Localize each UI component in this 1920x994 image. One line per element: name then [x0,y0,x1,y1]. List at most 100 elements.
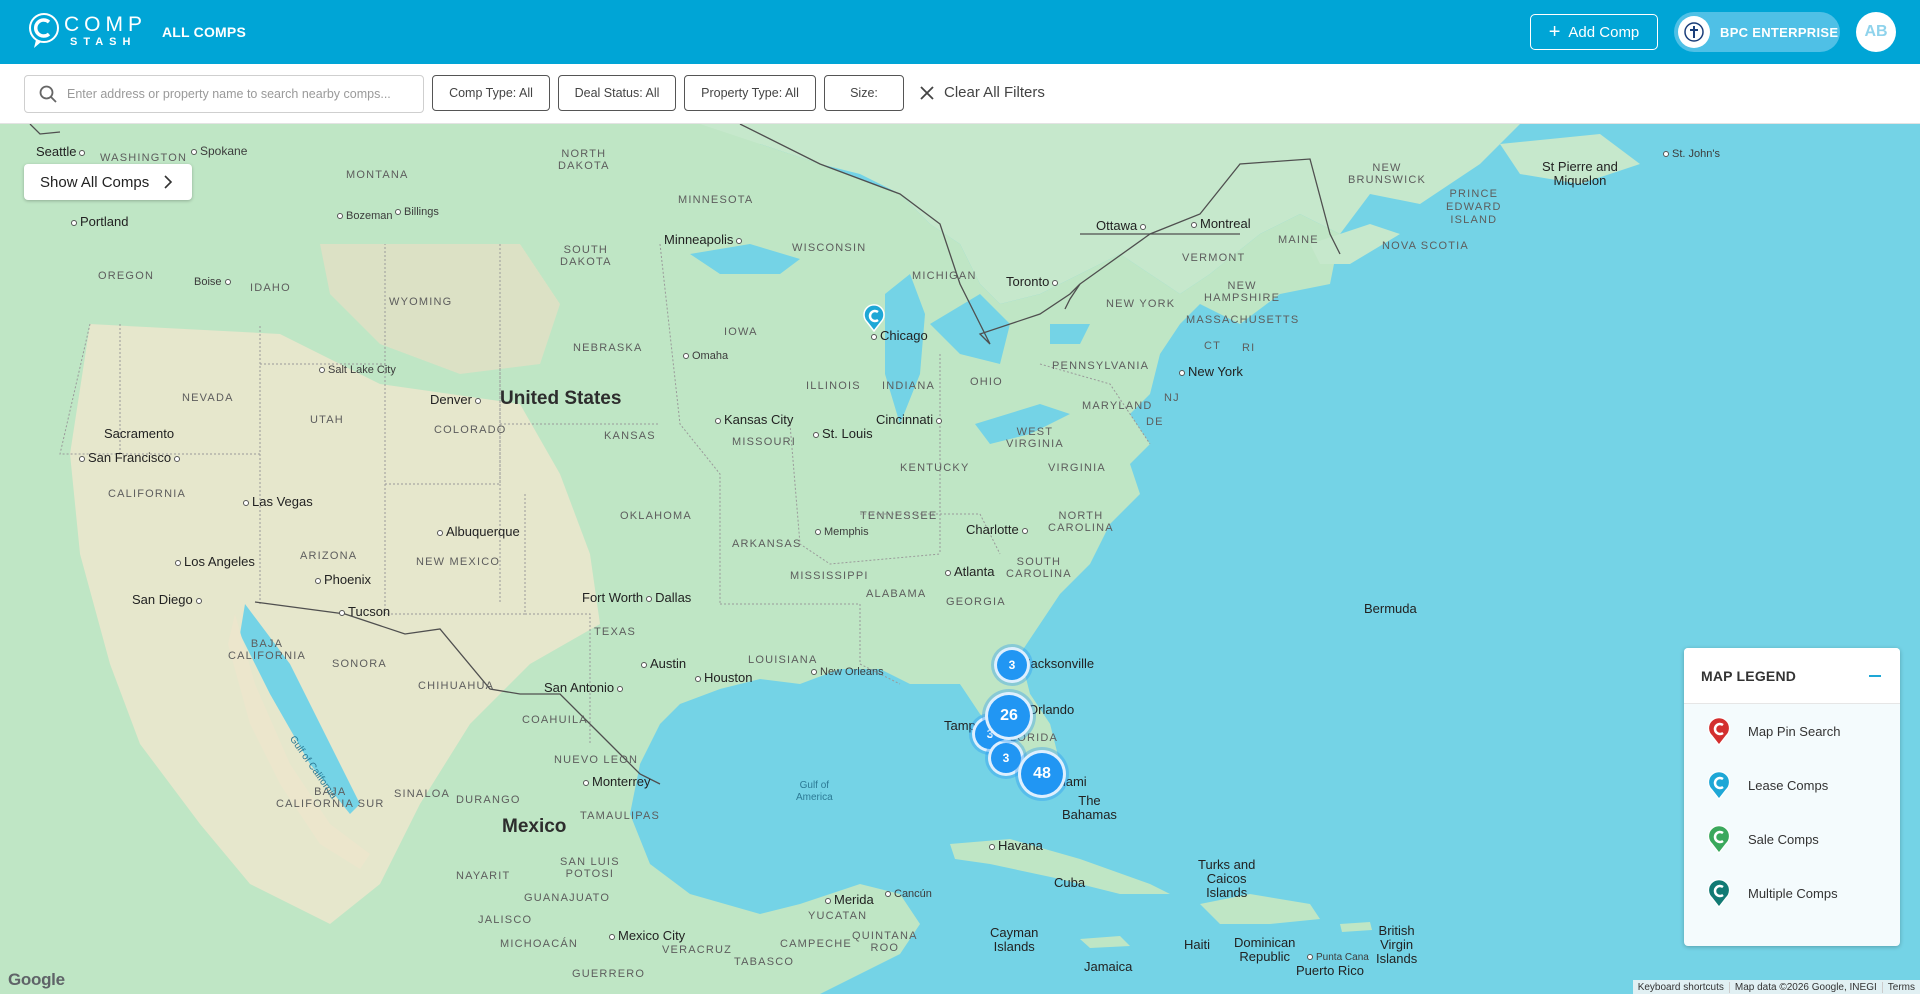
city-label: Minneapolis [664,232,745,247]
map-canvas[interactable]: United States Mexico WASHINGTON MONTANA … [0,124,1920,994]
multiple-comps-icon [1707,879,1731,908]
map-attribution: Keyboard shortcuts Map data ©2026 Google… [1632,980,1920,994]
clear-all-filters-label: Clear All Filters [944,84,1045,101]
state-label: RI [1242,342,1256,354]
logo-text-bottom: STASH [70,36,137,48]
state-label: KENTUCKY [900,462,970,474]
plus-icon: + [1548,21,1561,43]
city-label: Orlando [1028,702,1075,717]
city-label: Phoenix [312,572,371,587]
city-label: Montreal [1188,216,1251,231]
lease-comp-pin-icon[interactable] [862,304,886,337]
compstash-logo[interactable]: COMP STASH [28,12,147,50]
city-label: Los Angeles [172,554,255,569]
google-logo: Google [8,970,65,989]
state-label: VIRGINIA [1048,462,1106,474]
terms-link[interactable]: Terms [1881,981,1920,993]
country-label-us: United States [500,388,622,409]
state-label: MICHIGAN [912,270,977,282]
state-label: NEW BRUNSWICK [1348,162,1427,186]
state-label: CHIHUAHUA [418,680,495,692]
search-icon [39,85,57,103]
city-label: Houston [692,670,752,685]
map-data-credit: Map data ©2026 Google, INEGI [1728,981,1882,993]
city-label: Cincinnati [876,412,945,427]
city-label: Kansas City [712,412,793,427]
legend-item-sale-comps: Sale Comps [1684,812,1900,866]
state-label: CAMPECHE [780,938,852,950]
city-label: Omaha [680,350,728,362]
collapse-icon[interactable] [1868,669,1882,683]
state-label: WASHINGTON [100,152,188,164]
state-label: TEXAS [594,626,637,638]
legend-label: Map Pin Search [1748,723,1841,739]
city-label: St. Louis [810,426,873,441]
legend-label: Sale Comps [1748,831,1819,847]
state-label: MAINE [1278,234,1319,246]
enterprise-switcher[interactable]: BPC ENTERPRISE [1674,12,1840,52]
region-label: St Pierre and Miquelon [1542,159,1618,188]
state-label: CALIFORNIA [108,488,187,500]
keyboard-shortcuts-link[interactable]: Keyboard shortcuts [1633,982,1729,993]
city-label: Spokane [188,144,247,158]
city-label: Boise [194,276,234,288]
state-label: ARKANSAS [732,538,802,550]
nav-all-comps[interactable]: ALL COMPS [162,24,246,40]
city-label: Punta Cana [1304,952,1369,963]
state-label: MASSACHUSETTS [1186,314,1300,326]
state-label: WEST VIRGINIA [1006,426,1064,450]
city-label: Merida [822,892,874,907]
comp-cluster-marker[interactable]: 26 [985,692,1033,740]
state-label: PRINCE EDWARD ISLAND [1446,188,1502,226]
state-label: IOWA [724,326,758,338]
state-label: MINNESOTA [678,194,754,206]
state-label: OHIO [970,376,1003,388]
state-label: TAMAULIPAS [580,810,661,822]
city-label: Monterrey [580,774,651,789]
state-label: DURANGO [456,794,521,806]
state-label: DE [1146,416,1164,428]
region-label: Dominican Republic [1234,935,1296,964]
map-base-layer [0,124,1640,994]
state-label: NAYARIT [456,870,511,882]
state-label: SINALOA [394,788,451,800]
city-label: Atlanta [942,564,994,579]
deal-status-filter[interactable]: Deal Status: All [558,75,676,111]
state-label: NEW YORK [1106,298,1176,310]
show-all-comps-button[interactable]: Show All Comps [24,164,192,200]
city-label: Havana [986,838,1043,853]
state-label: ALABAMA [866,588,927,600]
state-label: TABASCO [734,956,795,968]
state-label: SOUTH CAROLINA [1006,556,1072,580]
city-label: Billings [392,206,439,218]
city-label: Fort Worth Dallas [582,590,692,605]
size-filter[interactable]: Size: [824,75,904,111]
user-avatar[interactable]: AB [1856,12,1896,52]
state-label: NEBRASKA [573,342,643,354]
region-label: Haiti [1184,937,1211,952]
property-type-filter[interactable]: Property Type: All [684,75,816,111]
comp-cluster-marker[interactable]: 48 [1018,750,1066,798]
region-label: Cayman Islands [990,925,1039,954]
add-comp-button[interactable]: + Add Comp [1530,14,1658,50]
clear-all-filters-button[interactable]: Clear All Filters [920,84,1045,101]
search-box [24,75,424,113]
city-label: New York [1176,364,1243,379]
city-label: Portland [68,214,128,229]
state-label: NEW HAMPSHIRE [1204,280,1281,304]
legend-item-map-pin-search: Map Pin Search [1684,704,1900,758]
state-label: GEORGIA [946,596,1006,608]
comp-type-filter[interactable]: Comp Type: All [432,75,550,111]
city-label: Charlotte [966,522,1031,537]
city-label: Salt Lake City [316,364,396,376]
state-label: NEVADA [182,392,234,404]
water-label: Gulf of America [796,780,833,803]
state-label: SOUTH DAKOTA [560,244,612,268]
legend-label: Multiple Comps [1748,885,1838,901]
state-label: PENNSYLVANIA [1052,360,1150,372]
city-label: Las Vegas [240,494,313,509]
logo-text-top: COMP [64,13,147,36]
map-pin-search-icon [1707,717,1731,746]
comp-cluster-marker[interactable]: 3 [994,647,1030,683]
search-input[interactable] [67,87,407,101]
